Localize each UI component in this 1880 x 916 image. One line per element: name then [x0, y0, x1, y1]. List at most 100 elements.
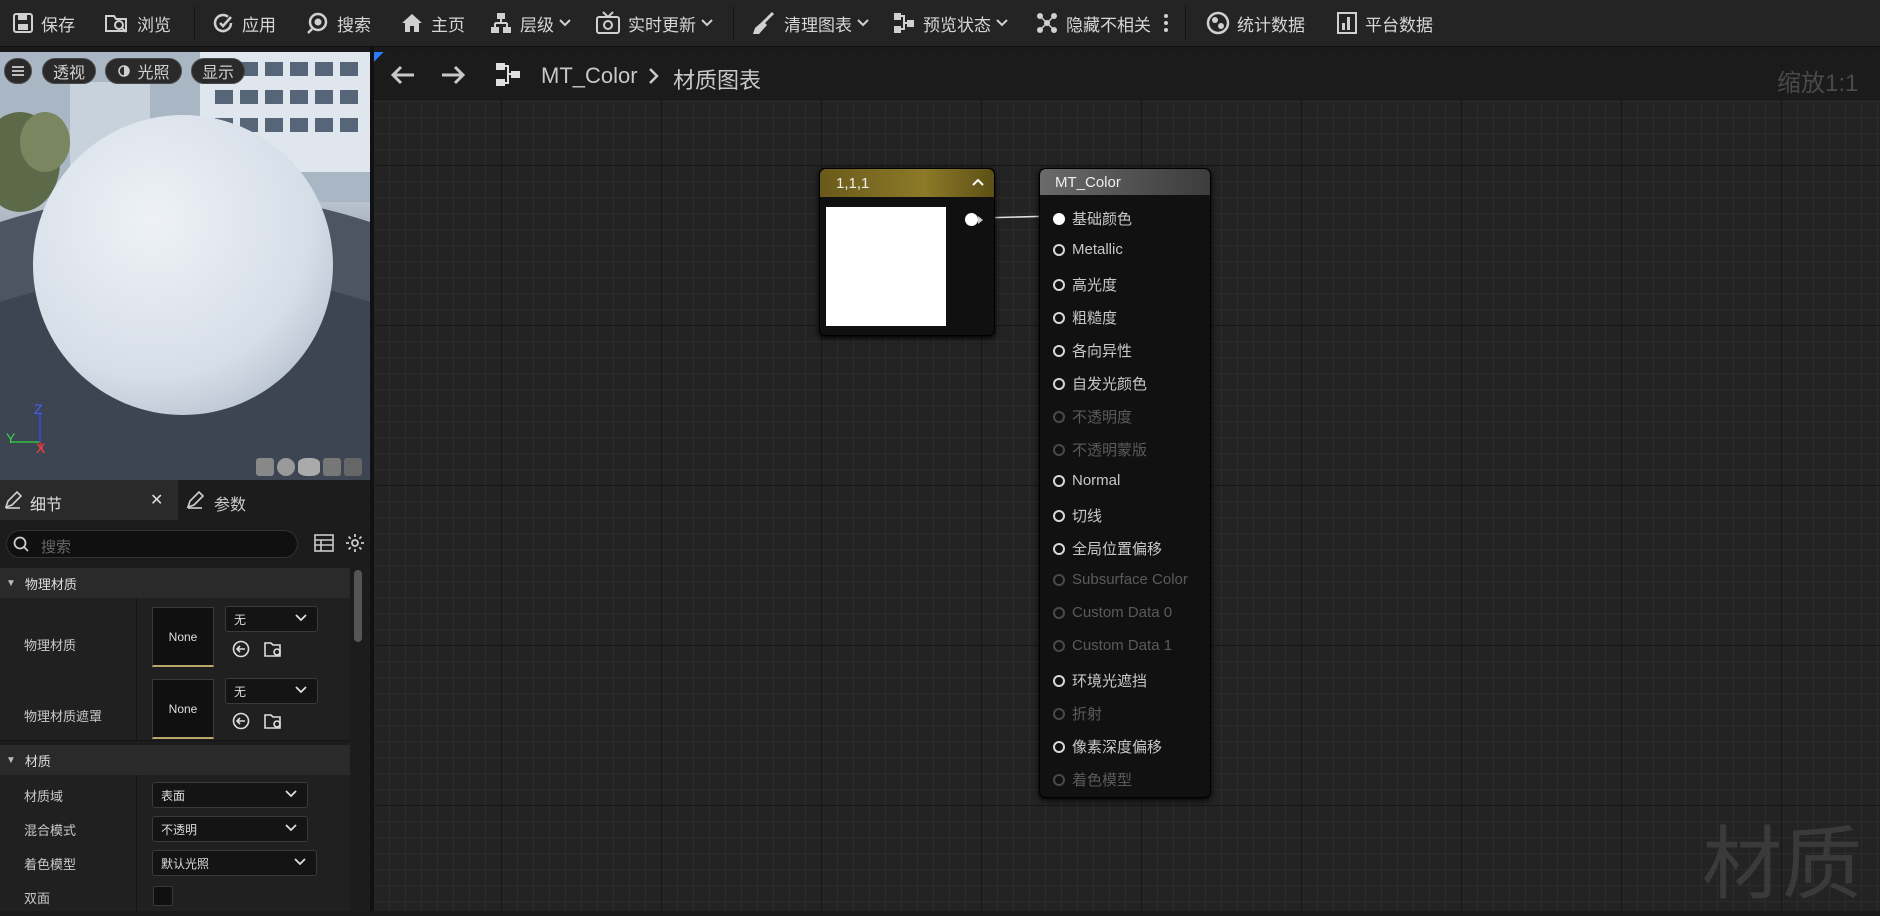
- result-pin[interactable]: 像素深度偏移: [1053, 736, 1162, 757]
- hierarchy-dropdown[interactable]: 层级: [489, 0, 578, 46]
- tab-parameters-label: 参数: [214, 497, 247, 514]
- live-update-dropdown[interactable]: 实时更新: [595, 0, 720, 46]
- input-pin-icon[interactable]: [1053, 474, 1065, 487]
- shading-model-dropdown[interactable]: 默认光照: [152, 850, 317, 876]
- phys-mask-thumbnail[interactable]: None: [152, 679, 214, 739]
- input-pin-icon[interactable]: [1053, 639, 1065, 652]
- live-update-icon: [596, 11, 620, 34]
- input-pin-icon[interactable]: [1053, 707, 1065, 720]
- result-pin[interactable]: 高光度: [1053, 274, 1117, 295]
- input-pin-icon[interactable]: [1053, 740, 1065, 753]
- graph-watermark: 材质: [1702, 818, 1862, 911]
- plane-mesh-icon[interactable]: [298, 458, 320, 476]
- tab-parameters[interactable]: 参数: [180, 480, 370, 520]
- phys-mat-thumbnail[interactable]: None: [152, 607, 214, 667]
- search-button[interactable]: 搜索: [306, 0, 371, 46]
- phys-mask-dropdown[interactable]: 无: [225, 678, 318, 704]
- details-search-input[interactable]: 搜索: [6, 530, 298, 558]
- platform-stats-button[interactable]: 平台数据: [1336, 0, 1433, 46]
- perspective-button[interactable]: 透视: [42, 58, 96, 84]
- result-pin[interactable]: Metallic: [1053, 241, 1123, 258]
- pin-label: 环境光遮挡: [1072, 673, 1148, 690]
- input-pin-icon[interactable]: [1053, 377, 1065, 390]
- result-pin[interactable]: 折射: [1053, 703, 1102, 724]
- result-pin[interactable]: 全局位置偏移: [1053, 538, 1162, 559]
- collapse-triangle-icon: ▼: [6, 754, 16, 766]
- result-pin[interactable]: 粗糙度: [1053, 307, 1117, 328]
- result-pin[interactable]: 自发光颜色: [1053, 373, 1147, 394]
- phys-mat-dropdown[interactable]: 无: [225, 606, 318, 632]
- section-material[interactable]: ▼ 材质: [0, 745, 350, 775]
- result-pin[interactable]: 不透明蒙版: [1053, 439, 1147, 460]
- toolbar-divider: [733, 6, 734, 40]
- breadcrumb-asset[interactable]: MT_Color: [541, 63, 638, 89]
- input-pin-icon[interactable]: [1053, 606, 1065, 619]
- collapse-triangle-icon: ▼: [6, 577, 16, 589]
- result-node-header: MT_Color: [1040, 169, 1210, 195]
- constant3-node[interactable]: 1,1,1: [819, 168, 995, 336]
- tab-details[interactable]: 细节 ✕: [0, 480, 178, 520]
- chevron-down-icon: [559, 19, 571, 27]
- two-sided-checkbox[interactable]: [153, 886, 173, 906]
- hide-unrelated-button[interactable]: 隐藏不相关: [1035, 0, 1151, 46]
- column-divider: [136, 775, 137, 911]
- use-selected-icon[interactable]: [232, 640, 250, 658]
- input-pin-icon[interactable]: [1053, 212, 1065, 225]
- more-options-button[interactable]: [1163, 0, 1176, 46]
- section-physical-material[interactable]: ▼ 物理材质: [0, 568, 350, 598]
- result-pin[interactable]: 着色模型: [1053, 769, 1132, 790]
- settings-gear-icon[interactable]: [345, 533, 365, 553]
- input-pin-icon[interactable]: [1053, 674, 1065, 687]
- cylinder-mesh-icon[interactable]: [256, 458, 274, 476]
- preview-state-dropdown[interactable]: 预览状态: [892, 0, 1015, 46]
- save-button[interactable]: 保存: [12, 0, 75, 46]
- blend-mode-dropdown[interactable]: 不透明: [152, 816, 308, 842]
- show-button[interactable]: 显示: [191, 58, 245, 84]
- custom-mesh-icon[interactable]: [344, 458, 362, 476]
- result-pin[interactable]: Custom Data 1: [1053, 637, 1172, 654]
- browse-asset-icon[interactable]: [264, 712, 284, 730]
- result-pin[interactable]: 基础颜色: [1053, 208, 1132, 229]
- close-tab-button[interactable]: ✕: [150, 490, 163, 510]
- lighting-button[interactable]: 光照: [105, 58, 182, 84]
- browse-asset-icon[interactable]: [264, 640, 284, 658]
- stats-button[interactable]: 统计数据: [1206, 0, 1305, 46]
- input-pin-icon[interactable]: [1053, 773, 1065, 786]
- sphere-mesh-icon[interactable]: [277, 458, 295, 476]
- cube-mesh-icon[interactable]: [323, 458, 341, 476]
- result-pin[interactable]: Custom Data 0: [1053, 604, 1172, 621]
- input-pin-icon[interactable]: [1053, 443, 1065, 456]
- collapse-node-icon[interactable]: [972, 177, 984, 187]
- tab-details-label: 细节: [30, 497, 63, 514]
- input-pin-icon[interactable]: [1053, 243, 1065, 256]
- input-pin-icon[interactable]: [1053, 311, 1065, 324]
- home-label: 主页: [431, 15, 465, 35]
- input-pin-icon[interactable]: [1053, 278, 1065, 291]
- forward-arrow-icon[interactable]: [440, 64, 466, 86]
- apply-button[interactable]: 应用: [211, 0, 276, 46]
- browse-button[interactable]: 浏览: [104, 0, 171, 46]
- input-pin-icon[interactable]: [1053, 410, 1065, 423]
- constant3-output-pin[interactable]: [965, 213, 978, 226]
- input-pin-icon[interactable]: [1053, 344, 1065, 357]
- breadcrumb-graph[interactable]: 材质图表: [673, 63, 761, 95]
- result-pin[interactable]: 各向异性: [1053, 340, 1132, 361]
- home-button[interactable]: 主页: [400, 0, 465, 46]
- input-pin-icon[interactable]: [1053, 542, 1065, 555]
- result-pin[interactable]: 不透明度: [1053, 406, 1132, 427]
- clean-graph-dropdown[interactable]: 清理图表: [751, 0, 876, 46]
- details-scrollbar[interactable]: [354, 570, 362, 642]
- result-pin[interactable]: Normal: [1053, 472, 1120, 489]
- input-pin-icon[interactable]: [1053, 573, 1065, 586]
- two-sided-label: 双面: [24, 891, 51, 906]
- viewport-menu-button[interactable]: [4, 58, 32, 84]
- result-pin[interactable]: 环境光遮挡: [1053, 670, 1147, 691]
- use-selected-icon[interactable]: [232, 712, 250, 730]
- table-view-icon[interactable]: [314, 534, 334, 552]
- back-arrow-icon[interactable]: [390, 64, 416, 86]
- input-pin-icon[interactable]: [1053, 509, 1065, 522]
- result-pin[interactable]: Subsurface Color: [1053, 571, 1188, 588]
- material-domain-dropdown[interactable]: 表面: [152, 782, 308, 808]
- preview-viewport[interactable]: 透视 光照 显示 Z Y X: [0, 52, 370, 480]
- result-pin[interactable]: 切线: [1053, 505, 1102, 526]
